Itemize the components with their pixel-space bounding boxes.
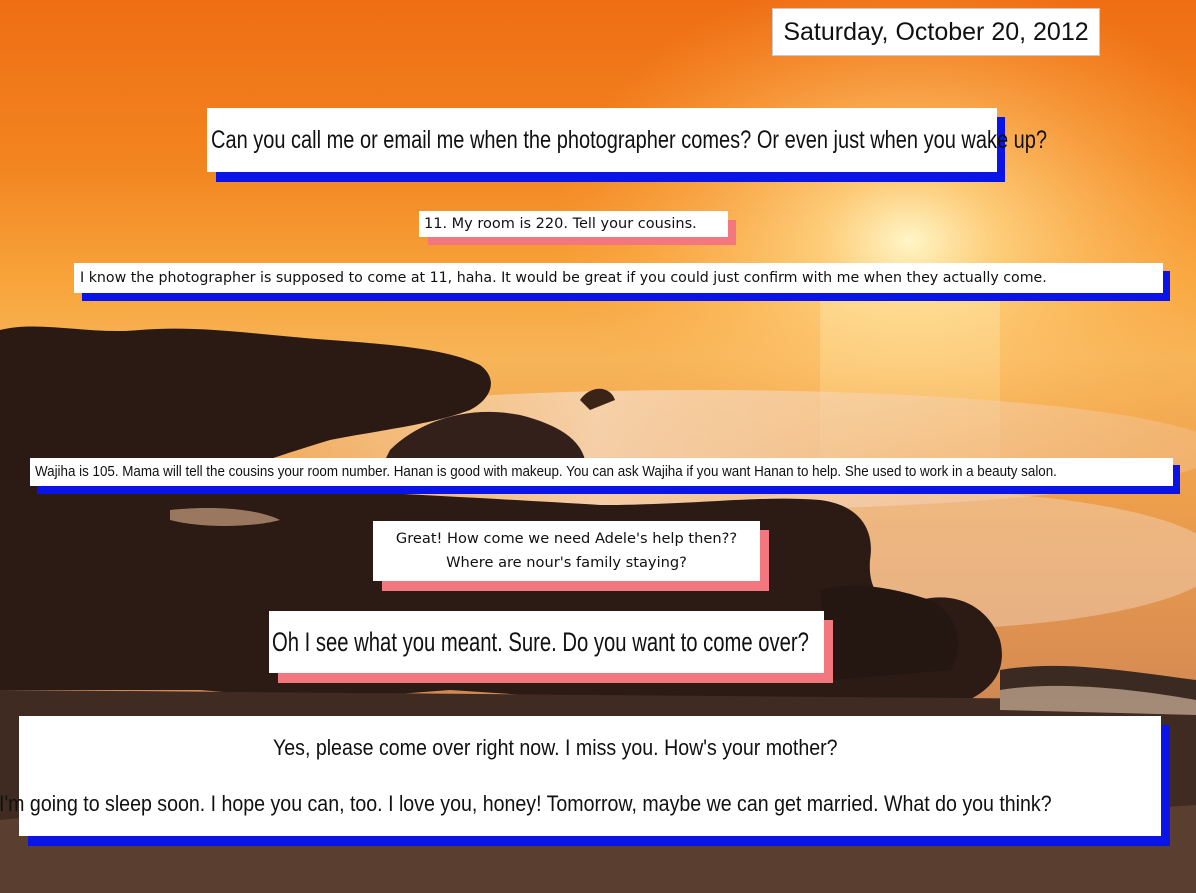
message-bubble: Oh I see what you meant. Sure. Do you wa…	[269, 611, 833, 683]
message-text: Wajiha is 105. Mama will tell the cousin…	[35, 464, 1057, 480]
message-bubble: Great! How come we need Adele's help the…	[373, 521, 769, 591]
message-bubble: 11. My room is 220. Tell your cousins.	[419, 211, 736, 245]
bubble-box: Yes, please come over right now. I miss …	[0, 716, 1161, 836]
bubble-box: 11. My room is 220. Tell your cousins.	[419, 211, 728, 237]
message-text: 11. My room is 220. Tell your cousins.	[424, 216, 697, 232]
message-bubble: Can you call me or email me when the pho…	[207, 108, 1047, 182]
message-bubble: Wajiha is 105. Mama will tell the cousin…	[30, 458, 1180, 494]
message-line: I'm going to sleep soon. I hope you can,…	[0, 791, 1052, 816]
message-line: Great! How come we need Adele's help the…	[395, 530, 738, 547]
date-header: Saturday, October 20, 2012	[772, 8, 1100, 56]
bubble-box: Wajiha is 105. Mama will tell the cousin…	[30, 458, 1173, 486]
message-text: I know the photographer is supposed to c…	[80, 270, 1047, 286]
message-bubble: Yes, please come over right now. I miss …	[0, 716, 1170, 846]
bubble-box: I know the photographer is supposed to c…	[74, 263, 1163, 293]
bubble-box: Great! How come we need Adele's help the…	[373, 521, 760, 581]
bubble-box: Oh I see what you meant. Sure. Do you wa…	[269, 611, 824, 673]
message-text: Oh I see what you meant. Sure. Do you wa…	[272, 626, 809, 657]
bubble-box: Can you call me or email me when the pho…	[207, 108, 1047, 172]
message-text: Can you call me or email me when the pho…	[211, 125, 1048, 154]
message-line: Where are nour's family staying?	[446, 554, 687, 571]
message-line: Yes, please come over right now. I miss …	[272, 735, 838, 760]
message-bubble: I know the photographer is supposed to c…	[74, 263, 1170, 301]
